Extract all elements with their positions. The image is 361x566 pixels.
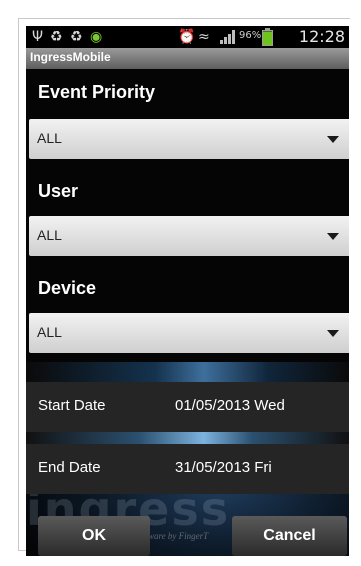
battery-icon <box>262 28 273 46</box>
usb-icon: Ψ <box>32 29 44 45</box>
start-date-value: 01/05/2013 Wed <box>175 397 285 414</box>
event-priority-label: Event Priority <box>38 82 156 102</box>
background-tagline: ware by FingerT <box>148 531 209 541</box>
app-screen: Ψ ♻ ♻ ◉ ⏰ ≈ 96% 12:28 IngressMobile ingr… <box>26 26 349 556</box>
user-label: User <box>38 181 79 201</box>
end-date-row[interactable]: End Date 31/05/2013 Fri <box>26 444 349 494</box>
user-dropdown[interactable]: ALL <box>29 216 349 256</box>
dropdown-arrow-icon <box>327 233 339 240</box>
device-label: Device <box>38 278 97 298</box>
start-date-row[interactable]: Start Date 01/05/2013 Wed <box>26 382 349 432</box>
dropdown-arrow-icon <box>327 330 339 337</box>
device-dropdown[interactable]: ALL <box>29 313 349 353</box>
status-bar: Ψ ♻ ♻ ◉ ⏰ ≈ 96% 12:28 <box>26 26 349 48</box>
alarm-icon: ⏰ <box>178 29 196 45</box>
dropdown-arrow-icon <box>327 136 339 143</box>
user-value: ALL <box>37 227 62 243</box>
ok-button[interactable]: OK <box>38 516 150 556</box>
battery-percent: 96% <box>239 30 262 41</box>
status-time: 12:28 <box>298 27 345 46</box>
end-date-label: End Date <box>38 459 101 476</box>
recycle-icon: ♻ <box>70 29 83 45</box>
start-date-label: Start Date <box>38 397 106 414</box>
device-value: ALL <box>37 324 62 340</box>
app-title: IngressMobile <box>30 50 111 64</box>
wifi-icon: ≈ <box>198 29 210 45</box>
signal-icon <box>220 30 236 44</box>
event-priority-dropdown[interactable]: ALL <box>29 119 349 159</box>
android-icon: ◉ <box>90 29 103 45</box>
app-title-bar: IngressMobile <box>26 48 349 69</box>
cancel-button[interactable]: Cancel <box>232 516 347 556</box>
event-priority-value: ALL <box>37 130 62 146</box>
recycle-icon: ♻ <box>50 29 63 45</box>
end-date-value: 31/05/2013 Fri <box>175 459 272 476</box>
